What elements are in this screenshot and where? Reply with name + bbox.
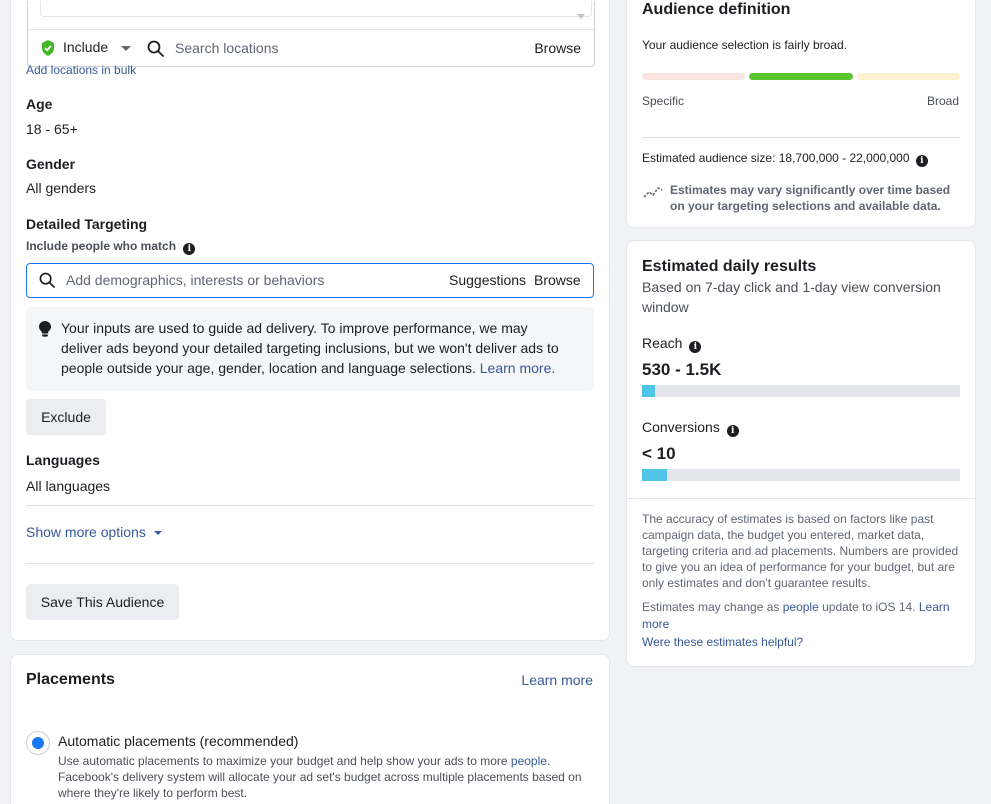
meter-specific-segment <box>642 73 745 80</box>
exclude-button[interactable]: Exclude <box>26 399 106 435</box>
change-note: Estimates may change as people update to… <box>642 599 962 633</box>
conversions-value: < 10 <box>642 444 676 463</box>
broad-label: Broad <box>926 94 959 108</box>
audience-definition-title: Audience definition <box>642 1 791 18</box>
age-title: Age <box>26 96 53 112</box>
divider <box>26 563 594 564</box>
change-note-before: Estimates may change as <box>642 600 783 614</box>
divider <box>26 505 594 506</box>
daily-results-title: Estimated daily results <box>642 258 817 275</box>
include-check-icon <box>41 40 55 59</box>
trend-chart-icon <box>642 184 664 205</box>
audience-size: Estimated audience size: 18,700,000 - 22… <box>642 151 928 167</box>
info-icon[interactable]: i <box>915 155 928 167</box>
variance-note: Estimates may vary significantly over ti… <box>670 183 951 213</box>
daily-results-subtitle: Based on 7-day click and 1-day view conv… <box>642 279 941 315</box>
meter-active-segment <box>749 73 853 80</box>
radio-selected-dot <box>32 737 44 749</box>
info-icon[interactable]: i <box>183 243 196 255</box>
divider <box>642 137 960 138</box>
audience-card: Include Search locations Browse Add loca… <box>10 0 610 641</box>
include-people-label: Include people who match <box>26 239 177 253</box>
detailed-targeting-title: Detailed Targeting <box>26 216 148 232</box>
location-browse-button[interactable]: Browse <box>534 40 581 56</box>
daily-results-card: Estimated daily results Based on 7-day c… <box>626 240 976 667</box>
notice-learn-more-link[interactable]: Learn more. <box>480 360 555 376</box>
audience-summary: Your audience selection is fairly broad. <box>642 38 848 52</box>
add-locations-bulk-link[interactable]: Add locations in bulk <box>26 63 136 77</box>
delivery-notice: Your inputs are used to guide ad deliver… <box>26 307 594 391</box>
exclude-label: Exclude <box>41 409 91 425</box>
automatic-placements-radio[interactable] <box>26 731 50 755</box>
reach-label: Reach <box>642 335 683 351</box>
suggestions-button[interactable]: Suggestions <box>449 272 526 288</box>
audience-size-text: Estimated audience size: 18,700,000 - 22… <box>642 151 910 165</box>
conversions-progress-fill <box>642 469 668 481</box>
info-icon[interactable]: i <box>689 341 702 353</box>
location-search-input[interactable]: Search locations <box>175 40 279 56</box>
placements-title: Placements <box>26 671 115 688</box>
chevron-down-icon[interactable] <box>121 46 131 51</box>
search-icon <box>39 272 56 292</box>
detailed-browse-button[interactable]: Browse <box>534 272 581 288</box>
detailed-targeting-input[interactable]: Add demographics, interests or behaviors… <box>26 263 594 298</box>
age-value[interactable]: 18 - 65+ <box>26 121 78 137</box>
reach-heading: Reach i <box>642 335 702 353</box>
include-dropdown[interactable]: Include <box>63 39 108 55</box>
conversions-label: Conversions <box>642 419 720 435</box>
placements-learn-more-link[interactable]: Learn more <box>521 672 593 688</box>
automatic-placements-description: Use automatic placements to maximize you… <box>58 753 593 801</box>
automatic-placements-label[interactable]: Automatic placements (recommended) <box>58 733 298 749</box>
desc-people-link[interactable]: people <box>511 754 547 768</box>
reach-progress-track <box>642 385 960 397</box>
location-box: Include Search locations Browse <box>27 1 595 67</box>
lightbulb-icon <box>39 321 51 342</box>
placements-card: Placements Learn more Automatic placemen… <box>10 654 610 804</box>
info-icon[interactable]: i <box>726 425 739 437</box>
scroll-down-icon[interactable] <box>577 14 585 19</box>
change-note-people-link[interactable]: people <box>783 600 819 614</box>
specific-label: Specific <box>642 94 685 108</box>
change-note-middle: update to iOS 14. <box>818 600 919 614</box>
show-more-options-label: Show more options <box>26 524 146 540</box>
show-more-options-link[interactable]: Show more options <box>26 524 162 540</box>
delivery-notice-text: Your inputs are used to guide ad deliver… <box>61 318 571 378</box>
languages-title: Languages <box>26 452 100 468</box>
include-label: Include <box>63 39 109 55</box>
gender-title: Gender <box>26 156 76 172</box>
reach-progress-fill <box>642 385 655 397</box>
divider <box>627 498 975 499</box>
caret-down-icon <box>153 531 162 535</box>
detailed-targeting-placeholder: Add demographics, interests or behaviors <box>66 272 325 288</box>
estimates-helpful-link[interactable]: Were these estimates helpful? <box>642 635 803 649</box>
search-icon <box>147 40 165 61</box>
conversions-heading: Conversions i <box>642 419 739 437</box>
audience-definition-card: Audience definition Your audience select… <box>626 0 976 228</box>
save-audience-label: Save This Audience <box>40 594 165 610</box>
meter-broad-segment <box>857 73 960 80</box>
accuracy-note: The accuracy of estimates is based on fa… <box>642 512 959 590</box>
reach-value: 530 - 1.5K <box>642 360 722 379</box>
conversions-progress-track <box>642 469 960 481</box>
desc-before: Use automatic placements to maximize you… <box>58 754 511 768</box>
detailed-targeting-subtitle: Include people who match i <box>26 239 196 255</box>
location-list <box>40 1 592 19</box>
gender-value[interactable]: All genders <box>26 180 96 196</box>
languages-value[interactable]: All languages <box>26 478 110 494</box>
save-audience-button[interactable]: Save This Audience <box>26 584 179 620</box>
